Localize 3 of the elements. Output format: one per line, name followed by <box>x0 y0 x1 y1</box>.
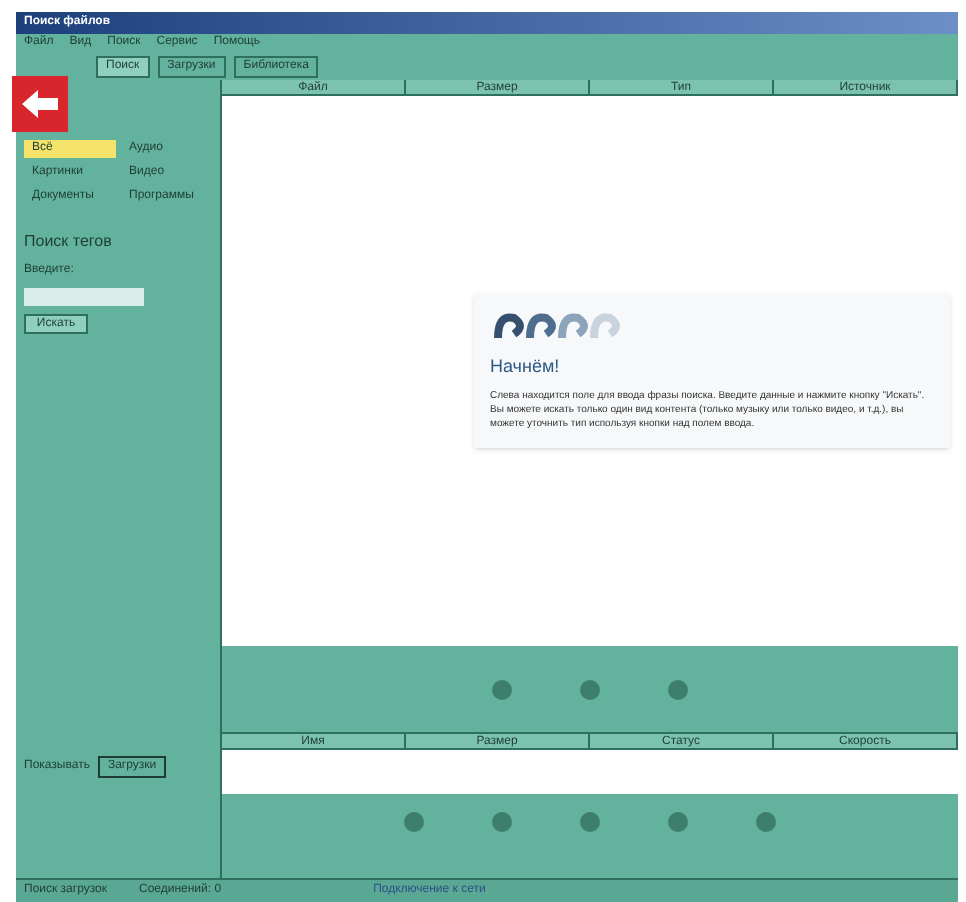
welcome-title: Начнём! <box>490 354 562 381</box>
section-title: Поиск тегов <box>24 230 114 254</box>
search-field[interactable] <box>24 288 144 306</box>
